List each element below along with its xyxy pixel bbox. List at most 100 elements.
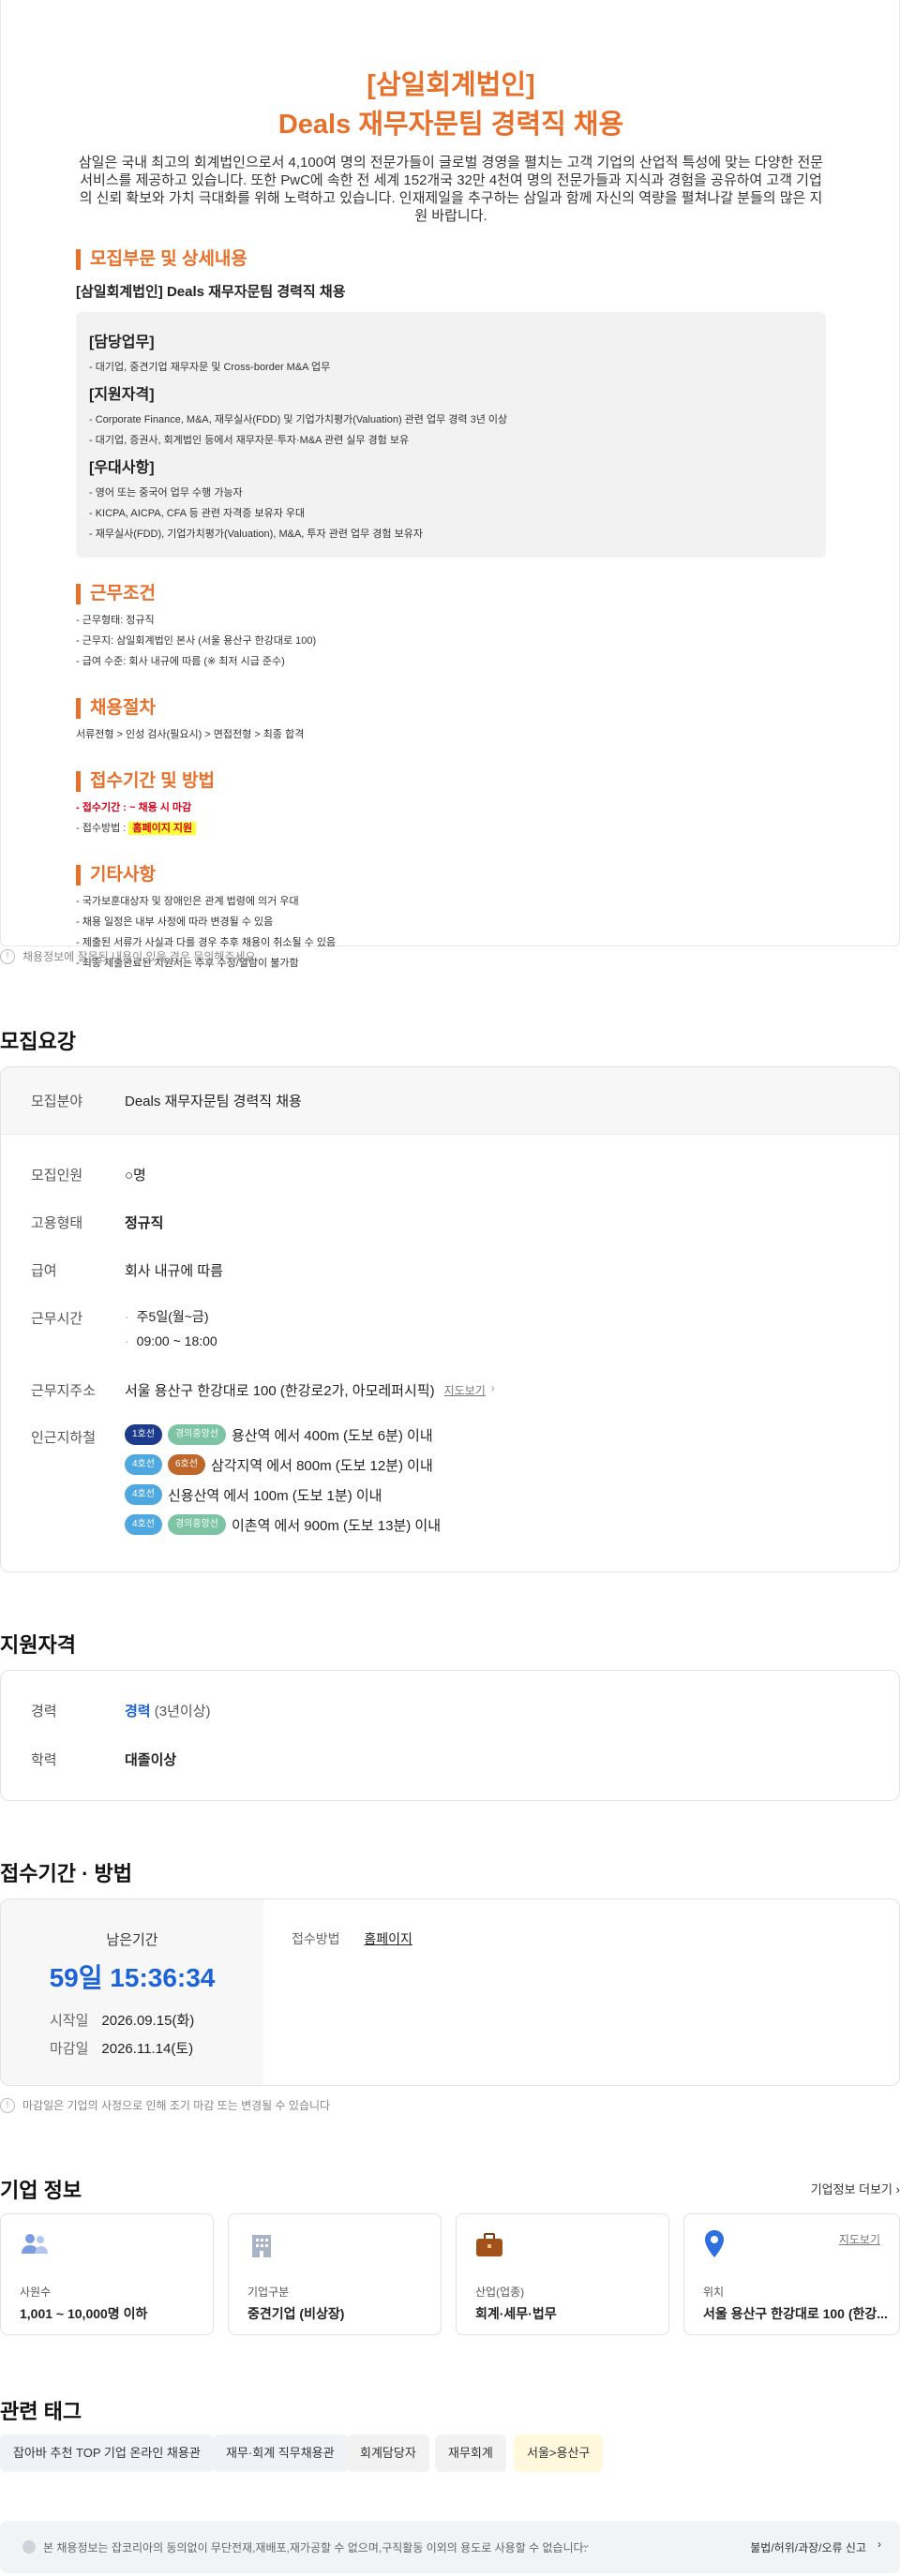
station-item: 1호선 경의중앙선 용산역 에서 400m (도보 6분) 이내 bbox=[125, 1424, 441, 1445]
start-value: 2026.09.15(화) bbox=[101, 2013, 195, 2029]
station-item: 4호선 신용산역 에서 100m (도보 1분) 이내 bbox=[125, 1484, 441, 1505]
hours-item: · 주5일(월~금) bbox=[125, 1309, 209, 1324]
qualification-item: - 대기업, 증권사, 회계법인 등에서 재무자문·투자·M&A 관련 실무 경… bbox=[89, 435, 410, 446]
duty-item: - 대기업, 중견기업 재무자문 및 Cross-border M&A 업무 bbox=[89, 362, 331, 373]
recruit-subtitle: [삼일회계법인] Deals 재무자문팀 경력직 채용 bbox=[76, 284, 346, 300]
tag-item[interactable]: 재무회계 bbox=[435, 2435, 506, 2472]
company-card-employees: 사원수 1,001 ~ 10,000명 이하 bbox=[0, 2213, 214, 2335]
report-notice[interactable]: ! 채용정보에 잘못된 내용이 있을 경우 문의해주세요. bbox=[0, 948, 259, 964]
station-text: 용산역 에서 400m (도보 6분) 이내 bbox=[231, 1427, 433, 1444]
employment-type-row: 고용형태 정규직 bbox=[1, 1213, 163, 1232]
tag-item[interactable]: 재무·회계 직무채용관 bbox=[213, 2435, 348, 2472]
company-more-text: 기업정보 더보기 bbox=[810, 2182, 893, 2196]
career-label: 경력 bbox=[31, 1704, 57, 1720]
method-line: - 접수방법 : 홈페이지 지원 bbox=[76, 818, 826, 839]
address-label: 근무지주소 bbox=[31, 1383, 97, 1399]
company-name-heading: [삼일회계법인] bbox=[367, 70, 535, 100]
salary-row: 급여 회사 내규에 따름 bbox=[1, 1260, 223, 1280]
company-card-label: 기업구분 bbox=[248, 2286, 290, 2299]
end-date-row: 마감일 2026.11.14(토) bbox=[50, 2038, 193, 2058]
location-pin-icon bbox=[705, 2230, 724, 2257]
salary-label: 급여 bbox=[31, 1263, 57, 1279]
address-value: 서울 용산구 한강대로 100 (한강로2가, 아모레퍼시픽) bbox=[125, 1383, 435, 1399]
hours-row: 근무시간 · 주5일(월~금) · 09:00 ~ 18:00 bbox=[1, 1308, 218, 1353]
info-icon: ! bbox=[0, 2097, 15, 2113]
tag-item[interactable]: 서울>용산구 bbox=[514, 2435, 604, 2472]
station-text: 이촌역 에서 900m (도보 13분) 이내 bbox=[231, 1517, 442, 1534]
employment-type-value: 정규직 bbox=[125, 1215, 164, 1231]
remaining-panel: 남은기간 59일 15:36:34 시작일 2026.09.15(화) 마감일 20… bbox=[1, 1899, 263, 2085]
condition-item: - 근무지: 삼일회계법인 본사 (서울 용산구 한강대로 100) bbox=[76, 635, 317, 647]
summary-card: 모집분야 Deals 재무자문팀 경력직 채용 모집인원 ○명 고용형태 정규직… bbox=[0, 1066, 900, 1572]
headcount-value: ○명 bbox=[125, 1168, 146, 1184]
education-row: 학력 대졸이상 bbox=[1, 1750, 176, 1769]
company-card-value: 회계·세무·법무 bbox=[475, 2306, 557, 2321]
field-label: 모집분야 bbox=[31, 1094, 83, 1109]
duties-heading: [담당업무] bbox=[89, 335, 155, 350]
company-card-label: 산업(업종) bbox=[475, 2286, 525, 2299]
chevron-right-icon: › bbox=[895, 2182, 900, 2196]
apply-method-label: 접수방법 bbox=[292, 1931, 340, 1946]
remaining-label: 남은기간 bbox=[106, 1932, 158, 1948]
start-date-row: 시작일 2026.09.15(화) bbox=[50, 2010, 194, 2030]
tag-item[interactable]: 회계담당자 bbox=[347, 2435, 429, 2472]
job-detail-panel: [삼일회계법인] Deals 재무자문팀 경력직 채용 삼일은 국내 최고의 회… bbox=[0, 0, 900, 969]
end-value: 2026.11.14(토) bbox=[101, 2041, 194, 2057]
condition-item: - 근무형태: 정규직 bbox=[76, 615, 155, 626]
hours-days: 주5일(월~금) bbox=[136, 1309, 209, 1324]
section-heading-conditions: 근무조건 bbox=[76, 584, 826, 604]
etc-item: - 채용 일정은 내부 사정에 따라 변경될 수 있음 bbox=[76, 916, 274, 928]
tag-item[interactable]: 잡아바 추천 TOP 기업 온라인 채용관 bbox=[0, 2435, 214, 2472]
line-badge: 6호선 bbox=[167, 1454, 205, 1475]
company-card-label: 위치 bbox=[703, 2286, 725, 2299]
location-map-link[interactable]: 지도보기 bbox=[839, 2231, 880, 2247]
station-item: 4호선 6호선 삼각지역 에서 800m (도보 12분) 이내 bbox=[125, 1454, 441, 1475]
apply-card: 남은기간 59일 15:36:34 시작일 2026.09.15(화) 마감일 20… bbox=[0, 1898, 900, 2086]
chevron-right-icon: › bbox=[878, 2538, 881, 2551]
homepage-link[interactable]: 홈페이지 bbox=[364, 1931, 412, 1946]
preference-item: - 영어 또는 중국어 업무 수행 가능자 bbox=[89, 487, 243, 499]
line-badge: 경의중앙선 bbox=[167, 1514, 226, 1535]
method-row: 접수방법 홈페이지 bbox=[292, 1929, 412, 1948]
info-icon: ! bbox=[0, 948, 15, 964]
company-card-industry: 산업(업종) 회계·세무·법무 bbox=[456, 2213, 669, 2335]
career-row: 경력 경력 (3년이상) bbox=[1, 1701, 211, 1720]
headcount-label: 모집인원 bbox=[31, 1168, 83, 1184]
end-label: 마감일 bbox=[50, 2041, 89, 2057]
hours-item: · 09:00 ~ 18:00 bbox=[125, 1333, 218, 1348]
briefcase-icon bbox=[476, 2233, 502, 2256]
education-label: 학력 bbox=[31, 1752, 57, 1768]
notice-dot-icon bbox=[22, 2540, 36, 2554]
salary-value: 회사 내규에 따름 bbox=[125, 1263, 223, 1279]
apply-title: 접수기간 · 방법 bbox=[0, 1862, 132, 1885]
building-icon bbox=[252, 2235, 271, 2257]
people-icon bbox=[22, 2234, 48, 2254]
company-more-link[interactable]: 기업정보 더보기 › bbox=[811, 2180, 900, 2197]
report-link[interactable]: 불법/허위/과장/오류 신고 bbox=[750, 2539, 866, 2555]
method-highlight: 홈페이지 지원 bbox=[128, 822, 197, 835]
qualification-item: - Corporate Finance, M&A, 재무실사(FDD) 및 기업… bbox=[89, 414, 508, 425]
map-link[interactable]: 지도보기 bbox=[444, 1382, 486, 1398]
condition-item: - 급여 수준: 회사 내규에 따름 (※ 최저 시급 준수) bbox=[76, 656, 285, 667]
line-badge: 4호선 bbox=[125, 1484, 162, 1505]
job-title-heading: Deals 재무자문팀 경력직 채용 bbox=[278, 110, 624, 140]
chevron-right-icon: › bbox=[490, 1381, 495, 1394]
chevron-down-icon[interactable]: ⌄ bbox=[581, 2538, 591, 2551]
company-card-value: 중견기업 (비상장) bbox=[248, 2306, 345, 2321]
deadline-notice-text: 마감일은 기업의 사정으로 인해 조기 마감 또는 변경될 수 있습니다 bbox=[22, 2099, 331, 2112]
career-value: 경력 bbox=[125, 1704, 151, 1720]
subway-row: 인근지하철 1호선 경의중앙선 용산역 에서 400m (도보 6분) 이내 4… bbox=[1, 1424, 442, 1544]
etc-item: - 국가보훈대상자 및 장애인은 관계 법령에 의거 우대 bbox=[76, 896, 299, 907]
company-info-title: 기업 정보 bbox=[0, 2179, 82, 2202]
remaining-countdown: 59일 15:36:34 bbox=[49, 1963, 216, 1992]
hours-time: 09:00 ~ 18:00 bbox=[136, 1333, 218, 1348]
company-card-location: 지도보기 위치 서울 용산구 한강대로 100 (한강... bbox=[683, 2213, 900, 2335]
process-text: 서류전형 > 인성 검사(필요시) > 면접전형 > 최종 합격 bbox=[76, 729, 305, 740]
company-card-value: 1,001 ~ 10,000명 이하 bbox=[20, 2306, 148, 2321]
hours-label: 근무시간 bbox=[31, 1311, 83, 1327]
station-text: 신용산역 에서 100m (도보 1분) 이내 bbox=[167, 1487, 382, 1504]
preference-heading: [우대사항] bbox=[89, 460, 155, 476]
education-value: 대졸이상 bbox=[125, 1752, 177, 1768]
preference-item: - 재무실사(FDD), 기업가치평가(Valuation), M&A, 투자 … bbox=[89, 529, 423, 540]
section-heading-recruit: 모집부문 및 상세내용 bbox=[76, 249, 826, 270]
